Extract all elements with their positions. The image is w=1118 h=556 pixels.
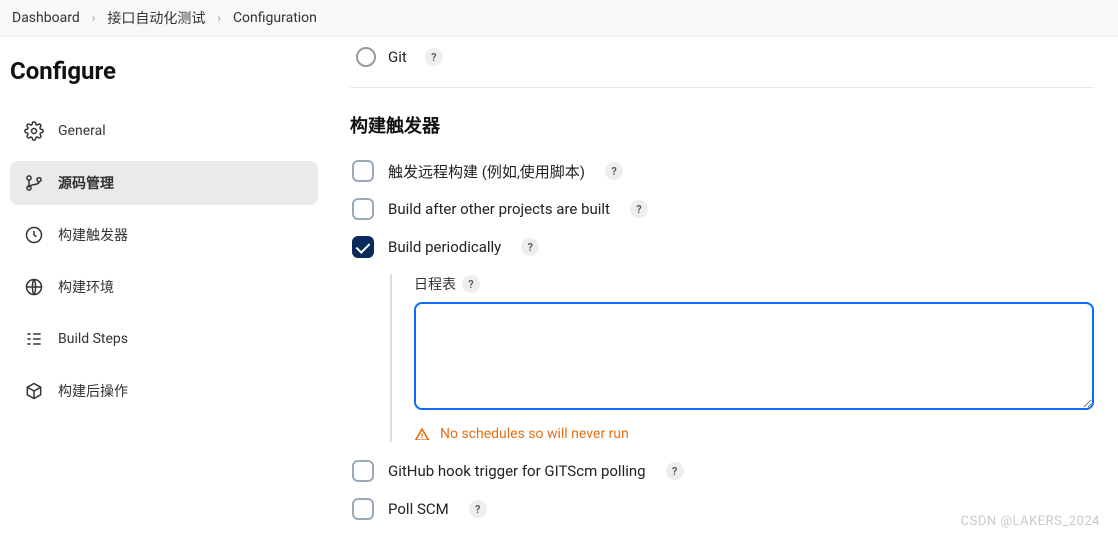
help-icon[interactable]: ? [425, 48, 443, 66]
sidebar-item-label: 构建触发器 [58, 225, 128, 245]
breadcrumb-dashboard[interactable]: Dashboard [12, 10, 80, 26]
section-title-triggers: 构建触发器 [350, 112, 1094, 138]
help-icon[interactable]: ? [630, 200, 648, 218]
checkbox-remote[interactable] [352, 160, 374, 182]
sidebar-item-label: General [58, 123, 106, 139]
sidebar-item-label: 构建后操作 [58, 381, 128, 401]
gear-icon [24, 121, 44, 141]
branch-icon [24, 173, 44, 193]
schedule-warning: No schedules so will never run [414, 426, 1094, 442]
sidebar-item-general[interactable]: General [10, 109, 318, 153]
checkbox-periodically[interactable] [352, 236, 374, 258]
sidebar-item-label: 构建环境 [58, 277, 114, 297]
chevron-right-icon: › [92, 11, 96, 25]
help-icon[interactable]: ? [469, 500, 487, 518]
schedule-warning-text: No schedules so will never run [440, 426, 629, 442]
sidebar-item-build-steps[interactable]: Build Steps [10, 317, 318, 361]
checkbox-github-hook[interactable] [352, 460, 374, 482]
help-icon[interactable]: ? [605, 162, 623, 180]
help-icon[interactable]: ? [666, 462, 684, 480]
schedule-label: 日程表 [414, 274, 456, 294]
main-content: Git ? 构建触发器 触发远程构建 (例如,使用脚本) ? Build aft… [330, 37, 1118, 556]
breadcrumb-project[interactable]: 接口自动化测试 [107, 8, 205, 28]
checkbox-after-projects-label: Build after other projects are built [388, 200, 610, 218]
trigger-github-hook-row: GitHub hook trigger for GITScm polling ? [350, 460, 1094, 482]
breadcrumb-configuration[interactable]: Configuration [233, 10, 317, 26]
sidebar-item-label: Build Steps [58, 331, 128, 347]
checkbox-after-projects[interactable] [352, 198, 374, 220]
help-icon[interactable]: ? [521, 238, 539, 256]
radio-git-label: Git [388, 48, 407, 66]
schedule-input[interactable] [414, 302, 1094, 410]
checkbox-poll-scm[interactable] [352, 498, 374, 520]
sidebar-item-triggers[interactable]: 构建触发器 [10, 213, 318, 257]
warning-icon [414, 426, 430, 442]
package-icon [24, 381, 44, 401]
checkbox-remote-label: 触发远程构建 (例如,使用脚本) [388, 161, 585, 182]
steps-icon [24, 329, 44, 349]
chevron-right-icon: › [217, 11, 221, 25]
trigger-remote-row: 触发远程构建 (例如,使用脚本) ? [350, 160, 1094, 182]
clock-icon [24, 225, 44, 245]
sidebar-item-label: 源码管理 [58, 173, 114, 193]
help-icon[interactable]: ? [462, 275, 480, 293]
sidebar-item-environment[interactable]: 构建环境 [10, 265, 318, 309]
trigger-after-projects-row: Build after other projects are built ? [350, 198, 1094, 220]
checkbox-poll-scm-label: Poll SCM [388, 500, 449, 518]
breadcrumb: Dashboard › 接口自动化测试 › Configuration [0, 0, 1118, 37]
periodically-config: 日程表 ? No schedules so will never run [390, 274, 1094, 442]
globe-icon [24, 277, 44, 297]
page-title: Configure [10, 57, 318, 85]
radio-git[interactable] [356, 47, 376, 67]
sidebar: Configure General 源码管理 构建触发器 构建环境 [0, 37, 330, 556]
schedule-label-row: 日程表 ? [414, 274, 1094, 294]
trigger-periodically-row: Build periodically ? [350, 236, 1094, 258]
checkbox-github-hook-label: GitHub hook trigger for GITScm polling [388, 462, 646, 480]
watermark: CSDN @LAKERS_2024 [961, 514, 1100, 529]
divider [350, 87, 1094, 88]
scm-git-row: Git ? [350, 47, 1094, 67]
sidebar-item-post-build[interactable]: 构建后操作 [10, 369, 318, 413]
sidebar-item-scm[interactable]: 源码管理 [10, 161, 318, 205]
checkbox-periodically-label: Build periodically [388, 238, 501, 256]
